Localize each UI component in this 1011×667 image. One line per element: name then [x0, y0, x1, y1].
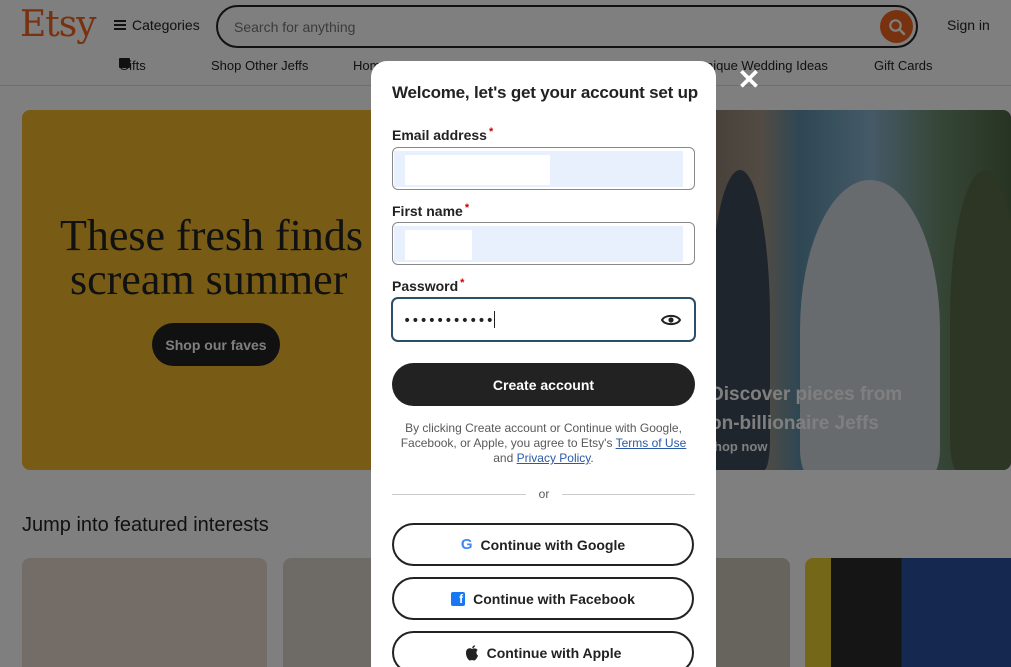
legal-end: . [590, 451, 594, 465]
password-dots: ••••••••••• [403, 313, 494, 329]
divider-line-left [392, 494, 526, 495]
required-mark: * [460, 277, 465, 289]
email-label: Email address * [392, 126, 493, 143]
email-field[interactable] [392, 147, 695, 190]
required-mark: * [488, 126, 494, 138]
privacy-policy-link[interactable]: Privacy Policy [517, 451, 591, 465]
facebook-icon: f [451, 591, 466, 606]
signup-modal: Welcome, let's get your account set up E… [371, 61, 716, 667]
eye-icon [661, 314, 681, 326]
redacted-email [405, 155, 550, 185]
legal-and-text: and [493, 451, 514, 465]
password-field[interactable]: ••••••••••• [392, 298, 695, 341]
modal-title: Welcome, let's get your account set up [392, 83, 698, 102]
apple-icon [465, 644, 478, 660]
legal-notice: By clicking Create account or Continue w… [392, 421, 695, 466]
first-name-field[interactable] [392, 222, 695, 265]
password-label: Password * [392, 277, 464, 294]
terms-of-use-link[interactable]: Terms of Use [616, 436, 687, 450]
continue-with-apple-button[interactable]: Continue with Apple [392, 631, 694, 667]
facebook-button-label: Continue with Facebook [473, 590, 635, 607]
redacted-first-name [405, 230, 472, 260]
first-name-label-text: First name [392, 203, 463, 219]
divider-or: or [538, 487, 550, 501]
required-mark: * [464, 202, 470, 214]
close-icon[interactable]: ✕ [735, 66, 763, 94]
password-value: ••••••••••• [403, 311, 495, 329]
google-button-label: Continue with Google [480, 536, 626, 553]
google-icon: G [460, 536, 473, 553]
show-password-button[interactable] [660, 310, 682, 330]
email-label-text: Email address [392, 127, 487, 143]
text-caret [493, 311, 495, 328]
password-label-text: Password [392, 278, 459, 294]
continue-with-facebook-button[interactable]: f Continue with Facebook [392, 577, 694, 620]
divider-line-right [562, 494, 695, 495]
first-name-label: First name * [392, 202, 469, 219]
apple-button-label: Continue with Apple [486, 644, 622, 661]
create-account-button[interactable]: Create account [392, 363, 695, 406]
continue-with-google-button[interactable]: G Continue with Google [392, 523, 694, 566]
